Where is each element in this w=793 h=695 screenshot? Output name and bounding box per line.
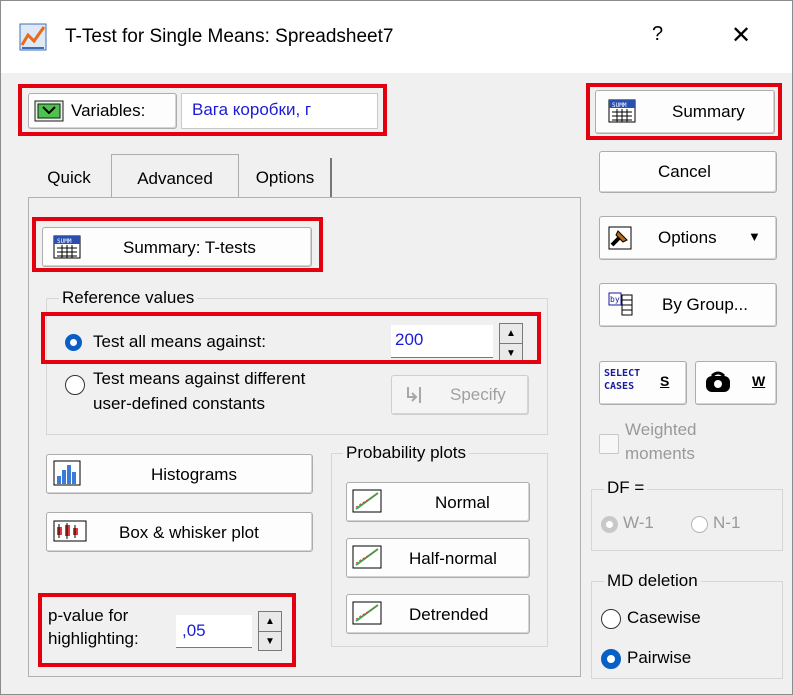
detrended-plot-button[interactable]: Detrended [346, 594, 530, 634]
weight-shortcut: W [752, 373, 766, 389]
df-w1-label: W-1 [623, 513, 654, 532]
box-whisker-button[interactable]: Box & whisker plot [46, 512, 313, 552]
weighted-moments-checkbox[interactable] [599, 434, 619, 454]
highlight-summary [586, 83, 782, 140]
by-group-button[interactable]: by By Group... [599, 283, 777, 327]
highlight-variables [18, 84, 387, 136]
half-normal-plot-label: Half-normal [409, 549, 497, 568]
cancel-label: Cancel [658, 162, 711, 181]
test-different-label-1: Test means against different [93, 369, 306, 388]
weighted-moments-label-1: Weighted [625, 420, 697, 439]
by-group-icon: by [608, 292, 633, 316]
close-button[interactable]: ✕ [731, 21, 751, 50]
test-different-label-2: user-defined constants [93, 394, 265, 413]
select-cases-icon-line-2: CASES [604, 381, 635, 392]
tab-advanced[interactable]: Advanced [111, 154, 239, 199]
probability-plot-icon [352, 489, 382, 513]
options-button[interactable]: Options ▼ [599, 216, 777, 260]
df-legend: DF = [604, 478, 648, 498]
select-cases-button[interactable]: SELECT CASES S [599, 361, 687, 405]
by-group-label: By Group... [662, 295, 748, 314]
test-different-radio[interactable] [65, 375, 85, 395]
box-whisker-label: Box & whisker plot [119, 523, 259, 542]
specify-button[interactable]: Specify [391, 375, 529, 415]
specify-label: Specify [450, 385, 506, 404]
detrended-plot-label: Detrended [409, 605, 489, 624]
options-icon [608, 226, 632, 250]
tab-quick[interactable]: Quick [34, 158, 104, 198]
probability-plots-legend: Probability plots [343, 443, 470, 463]
weighted-moments-label-2: moments [625, 444, 695, 463]
select-cases-icon-line-1: SELECT [604, 368, 641, 379]
weight-button[interactable]: W [695, 361, 777, 405]
probability-plot-icon [352, 601, 382, 625]
options-label: Options [658, 228, 717, 247]
pairwise-radio[interactable] [601, 649, 621, 669]
pairwise-label: Pairwise [627, 648, 692, 667]
histograms-label: Histograms [151, 465, 237, 484]
casewise-label: Casewise [627, 608, 701, 627]
md-deletion-legend: MD deletion [604, 571, 701, 591]
df-n1-radio[interactable] [691, 516, 708, 533]
select-cases-shortcut: S [660, 373, 670, 389]
tab-options[interactable]: Options [240, 158, 332, 198]
help-button[interactable]: ? [652, 23, 663, 46]
histogram-icon [53, 460, 81, 486]
box-whisker-icon [53, 520, 87, 542]
highlight-pvalue [38, 593, 296, 667]
cancel-button[interactable]: Cancel [599, 151, 777, 193]
histograms-button[interactable]: Histograms [46, 454, 313, 494]
reference-values-legend: Reference values [59, 288, 198, 308]
df-n1-label: N-1 [713, 513, 741, 532]
casewise-radio[interactable] [601, 609, 621, 629]
normal-plot-label: Normal [435, 493, 490, 512]
highlight-test-all [41, 312, 541, 364]
app-chart-icon [19, 23, 47, 51]
normal-plot-button[interactable]: Normal [346, 482, 530, 522]
dropdown-arrow-icon: ▼ [748, 229, 761, 244]
half-normal-plot-button[interactable]: Half-normal [346, 538, 530, 578]
df-group [591, 489, 783, 551]
probability-plot-icon [352, 545, 382, 569]
specify-icon [407, 387, 421, 403]
df-w1-radio[interactable] [601, 516, 618, 533]
highlight-summary-ttests [32, 217, 323, 272]
weight-icon [706, 371, 730, 392]
title-bar: T-Test for Single Means: Spreadsheet7 ? … [1, 1, 792, 73]
svg-text:by: by [610, 295, 620, 304]
window-title: T-Test for Single Means: Spreadsheet7 [65, 26, 394, 47]
ttest-dialog: T-Test for Single Means: Spreadsheet7 ? … [0, 0, 793, 695]
